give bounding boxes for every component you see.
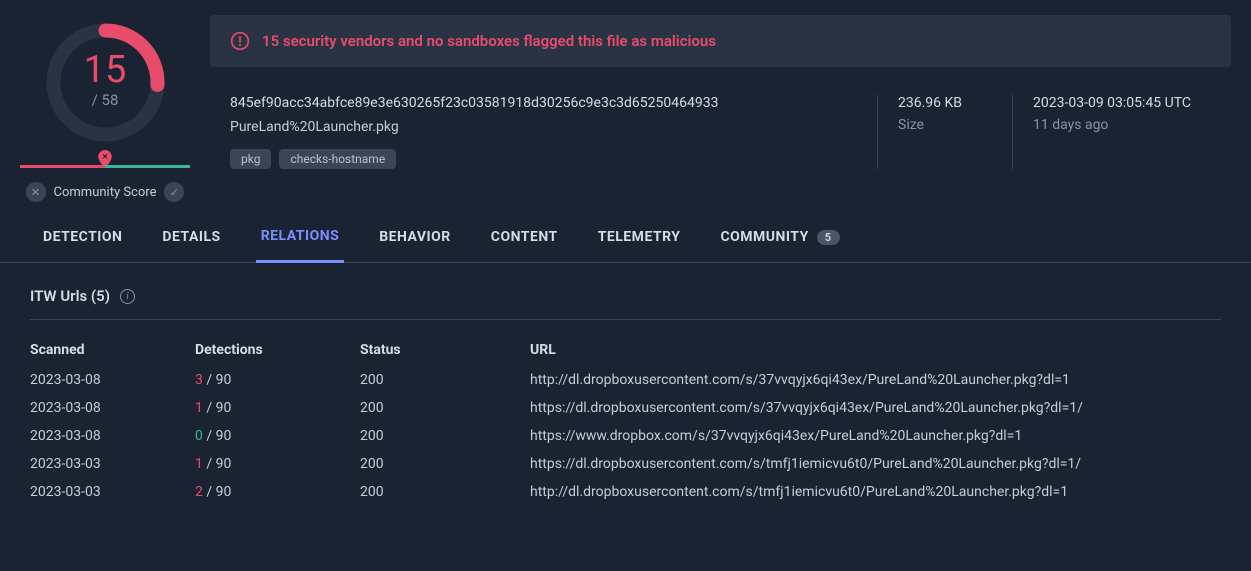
community-section: ✕ ✕ Community Score ✓ (0, 165, 210, 202)
table-row[interactable]: 2023-03-032 / 90200http://dl.dropboxuser… (30, 478, 1221, 506)
score-total: / 58 (84, 91, 127, 109)
tab-telemetry[interactable]: TELEMETRY (593, 220, 686, 262)
svg-text:✕: ✕ (102, 152, 108, 161)
date-value: 2023-03-09 03:05:45 UTC (1033, 95, 1191, 111)
tab-detection[interactable]: DETECTION (38, 220, 127, 262)
tag-pkg[interactable]: pkg (230, 149, 271, 169)
col-status[interactable]: Status (360, 334, 530, 366)
alert-icon (230, 31, 250, 51)
date-relative: 11 days ago (1033, 117, 1191, 133)
cell-url[interactable]: https://dl.dropboxusercontent.com/s/37vv… (530, 394, 1221, 422)
col-detections[interactable]: Detections (195, 334, 360, 366)
tab-details[interactable]: DETAILS (157, 220, 225, 262)
cell-status: 200 (360, 394, 530, 422)
cell-scanned: 2023-03-08 (30, 422, 195, 450)
size-block: 236.96 KB Size (877, 95, 962, 169)
file-hash[interactable]: 845ef90acc34abfce89e3e630265f23c03581918… (230, 95, 827, 111)
tag-row: pkg checks-hostname (230, 149, 827, 169)
cell-scanned: 2023-03-08 (30, 366, 195, 394)
tag-checks-hostname[interactable]: checks-hostname (279, 149, 396, 169)
cell-detections: 0 / 90 (195, 422, 360, 450)
cell-status: 200 (360, 366, 530, 394)
tab-community[interactable]: COMMUNITY 5 (715, 220, 844, 262)
alert-text: 15 security vendors and no sandboxes fla… (262, 32, 716, 50)
cell-status: 200 (360, 422, 530, 450)
cell-url[interactable]: http://dl.dropboxusercontent.com/s/37vvq… (530, 366, 1221, 394)
score-panel: 15 / 58 ✕ ✕ Community Score ✓ (0, 15, 210, 202)
dismiss-icon[interactable]: ✕ (26, 182, 46, 202)
cell-detections: 3 / 90 (195, 366, 360, 394)
cell-status: 200 (360, 450, 530, 478)
cell-scanned: 2023-03-03 (30, 478, 195, 506)
info-icon[interactable]: i (120, 289, 135, 304)
alert-banner: 15 security vendors and no sandboxes fla… (210, 15, 1231, 67)
table-row[interactable]: 2023-03-080 / 90200https://www.dropbox.c… (30, 422, 1221, 450)
size-value: 236.96 KB (898, 95, 962, 111)
community-score-label: Community Score (54, 185, 157, 200)
file-name: PureLand%20Launcher.pkg (230, 119, 827, 135)
table-row[interactable]: 2023-03-083 / 90200http://dl.dropboxuser… (30, 366, 1221, 394)
community-count-badge: 5 (817, 230, 840, 245)
date-block: 2023-03-09 03:05:45 UTC 11 days ago (1012, 95, 1191, 169)
cell-url[interactable]: https://dl.dropboxusercontent.com/s/tmfj… (530, 450, 1221, 478)
table-row[interactable]: 2023-03-031 / 90200https://dl.dropboxuse… (30, 450, 1221, 478)
cell-detections: 2 / 90 (195, 478, 360, 506)
col-url[interactable]: URL (530, 334, 1221, 366)
itw-urls-table: Scanned Detections Status URL 2023-03-08… (30, 334, 1221, 506)
cell-url[interactable]: http://dl.dropboxusercontent.com/s/tmfj1… (530, 478, 1221, 506)
cell-status: 200 (360, 478, 530, 506)
cell-detections: 1 / 90 (195, 394, 360, 422)
check-icon[interactable]: ✓ (164, 182, 184, 202)
cell-url[interactable]: https://www.dropbox.com/s/37vvqyjx6qi43e… (530, 422, 1221, 450)
table-row[interactable]: 2023-03-081 / 90200https://dl.dropboxuse… (30, 394, 1221, 422)
file-details-box: 845ef90acc34abfce89e3e630265f23c03581918… (210, 77, 1231, 189)
tab-relations[interactable]: RELATIONS (256, 220, 345, 263)
size-label: Size (898, 117, 962, 133)
tabs-row: DETECTION DETAILS RELATIONS BEHAVIOR CON… (0, 202, 1251, 263)
col-scanned[interactable]: Scanned (30, 334, 195, 366)
section-title: ITW Urls (5) (30, 287, 110, 305)
tab-content[interactable]: CONTENT (486, 220, 563, 262)
tab-behavior[interactable]: BEHAVIOR (374, 220, 456, 262)
community-score-bar (20, 165, 190, 168)
itw-urls-section: ITW Urls (5) i Scanned Detections Status… (0, 263, 1251, 506)
cell-scanned: 2023-03-08 (30, 394, 195, 422)
score-value: 15 (84, 51, 127, 89)
score-circle: 15 / 58 (43, 20, 168, 145)
cell-scanned: 2023-03-03 (30, 450, 195, 478)
cell-detections: 1 / 90 (195, 450, 360, 478)
